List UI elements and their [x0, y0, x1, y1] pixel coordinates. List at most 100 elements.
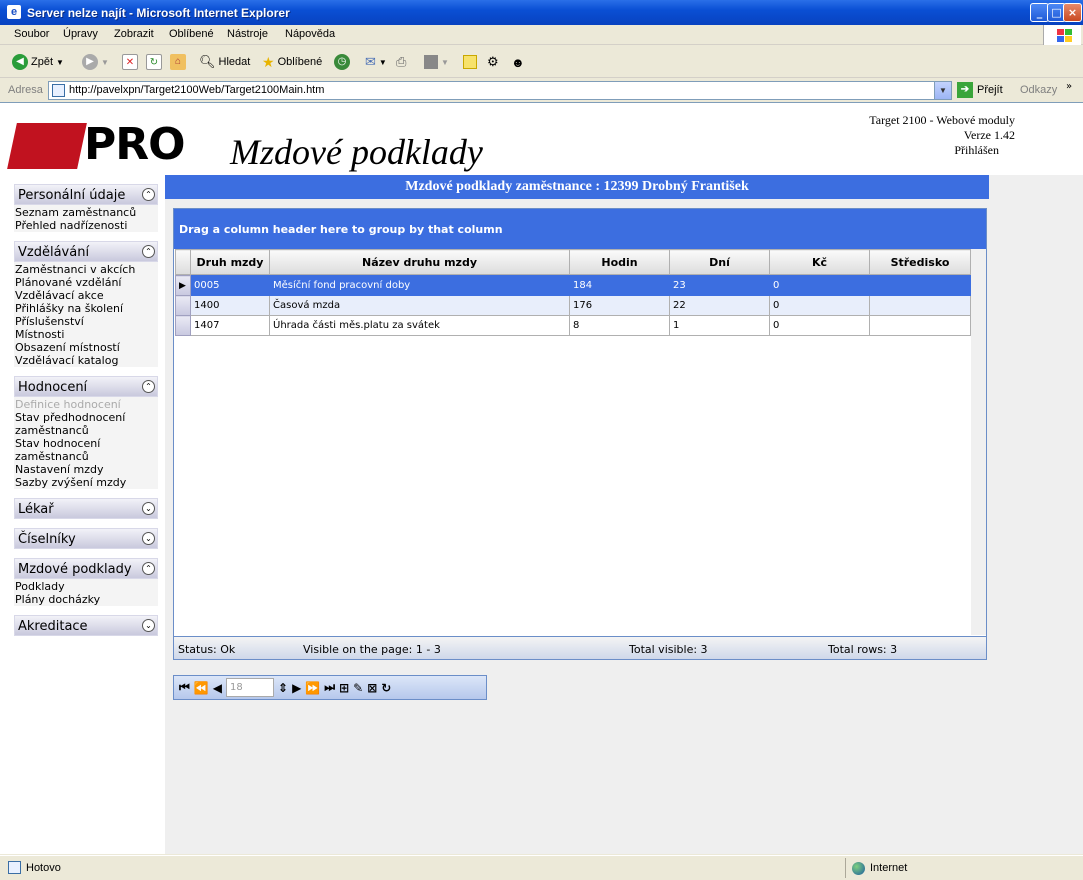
grid-scrollbar[interactable]	[971, 249, 986, 635]
chevron-right-icon[interactable]: »	[1066, 81, 1072, 92]
collapse-icon[interactable]: ⌃	[142, 245, 155, 258]
menu-zobrazit[interactable]: Zobrazit	[114, 28, 154, 40]
sidebar-item[interactable]: Stav předhodnocení zaměstnanců	[15, 411, 158, 437]
back-dropdown-icon[interactable]: ▼	[56, 58, 64, 67]
sidebar-item[interactable]: Nastavení mzdy	[15, 463, 158, 476]
col-header-druh-mzdy[interactable]: Druh mzdy	[190, 249, 270, 275]
cell-druh[interactable]: 1400	[190, 295, 270, 316]
col-header-stredisko[interactable]: Středisko	[869, 249, 971, 275]
sidebar-section-header[interactable]: Číselníky ⌄	[14, 528, 158, 549]
messenger-button[interactable]: ☻	[511, 53, 525, 71]
table-row[interactable]: ▶ 0005 Měsíční fond pracovní doby 184 23…	[175, 275, 971, 296]
page-size-icon[interactable]: ⇕	[278, 681, 288, 695]
collapse-icon[interactable]: ⌃	[142, 380, 155, 393]
sidebar-item[interactable]: Zaměstnanci v akcích	[15, 263, 158, 276]
sidebar-item[interactable]: Obsazení místností	[15, 341, 158, 354]
next-page-icon[interactable]: ▶	[292, 681, 301, 695]
page-size-input[interactable]: 18	[226, 678, 274, 697]
address-input[interactable]: http://pavelxpn/Target2100Web/Target2100…	[48, 81, 952, 100]
sidebar-item[interactable]: Stav hodnocení zaměstnanců	[15, 437, 158, 463]
sidebar-item[interactable]: Místnosti	[15, 328, 158, 341]
row-selector[interactable]	[175, 295, 191, 316]
col-header-dni[interactable]: Dní	[669, 249, 770, 275]
cell-stredisko[interactable]	[869, 315, 971, 336]
refresh-grid-icon[interactable]: ↻	[381, 681, 391, 695]
sidebar-section-header[interactable]: Hodnocení ⌃	[14, 376, 158, 397]
menu-oblibene[interactable]: Oblíbené	[169, 28, 214, 40]
first-page-icon[interactable]: ⏮	[179, 680, 190, 695]
back-button[interactable]: ◀ Zpět ▼	[12, 53, 64, 71]
refresh-button[interactable]: ↻	[146, 53, 162, 71]
previous-block-icon[interactable]: ⏪	[194, 681, 209, 695]
cell-stredisko[interactable]	[869, 295, 971, 316]
cell-kc[interactable]: 0	[769, 315, 870, 336]
mail-button[interactable]: ✉ ▼	[365, 53, 387, 71]
group-by-area[interactable]: Drag a column header here to group by th…	[174, 209, 986, 249]
stop-button[interactable]: ✕	[122, 53, 138, 71]
cell-dni[interactable]: 1	[669, 315, 770, 336]
cell-hodin[interactable]: 176	[569, 295, 670, 316]
sidebar-item[interactable]: Podklady	[15, 580, 158, 593]
table-row[interactable]: 1407 Úhrada části měs.platu za svátek 8 …	[175, 315, 971, 336]
sidebar-item[interactable]: Přehled nadřízenosti	[15, 219, 158, 232]
research-button[interactable]: ⚙	[487, 53, 499, 71]
print-button[interactable]: ⎙	[396, 53, 406, 71]
cell-nazev[interactable]: Měsíční fond pracovní doby	[269, 275, 570, 296]
table-row[interactable]: 1400 Časová mzda 176 22 0	[175, 295, 971, 316]
next-block-icon[interactable]: ⏩	[305, 681, 320, 695]
cell-hodin[interactable]: 8	[569, 315, 670, 336]
edit-dropdown-icon[interactable]: ▼	[441, 58, 449, 67]
login-status[interactable]: Přihlášen	[869, 143, 999, 158]
sidebar-item[interactable]: Příslušenství	[15, 315, 158, 328]
expand-icon[interactable]: ⌄	[142, 619, 155, 632]
cell-dni[interactable]: 22	[669, 295, 770, 316]
menu-napoveda[interactable]: Nápověda	[285, 28, 335, 40]
sidebar-item[interactable]: Vzdělávací akce	[15, 289, 158, 302]
sidebar-section-header[interactable]: Lékař ⌄	[14, 498, 158, 519]
cell-druh[interactable]: 0005	[190, 275, 270, 296]
cell-dni[interactable]: 23	[669, 275, 770, 296]
last-page-icon[interactable]: ⏭	[324, 680, 335, 695]
address-dropdown-icon[interactable]: ▼	[934, 82, 951, 99]
collapse-icon[interactable]: ⌃	[142, 562, 155, 575]
sidebar-item[interactable]: Seznam zaměstnanců	[15, 206, 158, 219]
previous-page-icon[interactable]: ◀	[213, 681, 222, 695]
col-header-nazev[interactable]: Název druhu mzdy	[269, 249, 570, 275]
close-button[interactable]: ×	[1063, 3, 1082, 22]
menu-upravy[interactable]: Úpravy	[63, 28, 98, 40]
go-button[interactable]: ➔ Přejít	[957, 82, 1003, 98]
menu-soubor[interactable]: Soubor	[14, 28, 49, 40]
delete-row-icon[interactable]: ⊠	[367, 681, 377, 695]
collapse-icon[interactable]: ⌃	[142, 188, 155, 201]
links-button[interactable]: Odkazy	[1020, 84, 1057, 96]
cell-nazev[interactable]: Úhrada části měs.platu za svátek	[269, 315, 570, 336]
col-header-kc[interactable]: Kč	[769, 249, 870, 275]
sidebar-item[interactable]: Definice hodnocení	[15, 398, 158, 411]
search-button[interactable]: 🔍︎ Hledat	[199, 53, 250, 71]
sidebar-item[interactable]: Plány docházky	[15, 593, 158, 606]
cell-druh[interactable]: 1407	[190, 315, 270, 336]
menu-nastroje[interactable]: Nástroje	[227, 28, 268, 40]
cell-kc[interactable]: 0	[769, 275, 870, 296]
expand-icon[interactable]: ⌄	[142, 502, 155, 515]
add-row-icon[interactable]: ⊞	[339, 681, 349, 695]
cell-stredisko[interactable]	[869, 275, 971, 296]
col-header-hodin[interactable]: Hodin	[569, 249, 670, 275]
home-button[interactable]: ⌂	[170, 53, 186, 71]
cell-hodin[interactable]: 184	[569, 275, 670, 296]
discuss-button[interactable]	[463, 53, 477, 71]
forward-dropdown-icon[interactable]: ▼	[101, 58, 109, 67]
sidebar-section-header[interactable]: Akreditace ⌄	[14, 615, 158, 636]
sidebar-section-header[interactable]: Personální údaje ⌃	[14, 184, 158, 205]
sidebar-item[interactable]: Sazby zvýšení mzdy	[15, 476, 158, 489]
sidebar-item[interactable]: Plánované vzdělání	[15, 276, 158, 289]
sidebar-item[interactable]: Vzdělávací katalog	[15, 354, 158, 367]
cell-kc[interactable]: 0	[769, 295, 870, 316]
sidebar-section-header[interactable]: Vzdělávání ⌃	[14, 241, 158, 262]
favorites-button[interactable]: ★ Oblíbené	[262, 53, 322, 71]
mail-dropdown-icon[interactable]: ▼	[379, 58, 387, 67]
edit-pencil-icon[interactable]: ✎	[353, 681, 363, 695]
forward-button[interactable]: ▶ ▼	[82, 53, 109, 71]
sidebar-item[interactable]: Přihlášky na školení	[15, 302, 158, 315]
cell-nazev[interactable]: Časová mzda	[269, 295, 570, 316]
